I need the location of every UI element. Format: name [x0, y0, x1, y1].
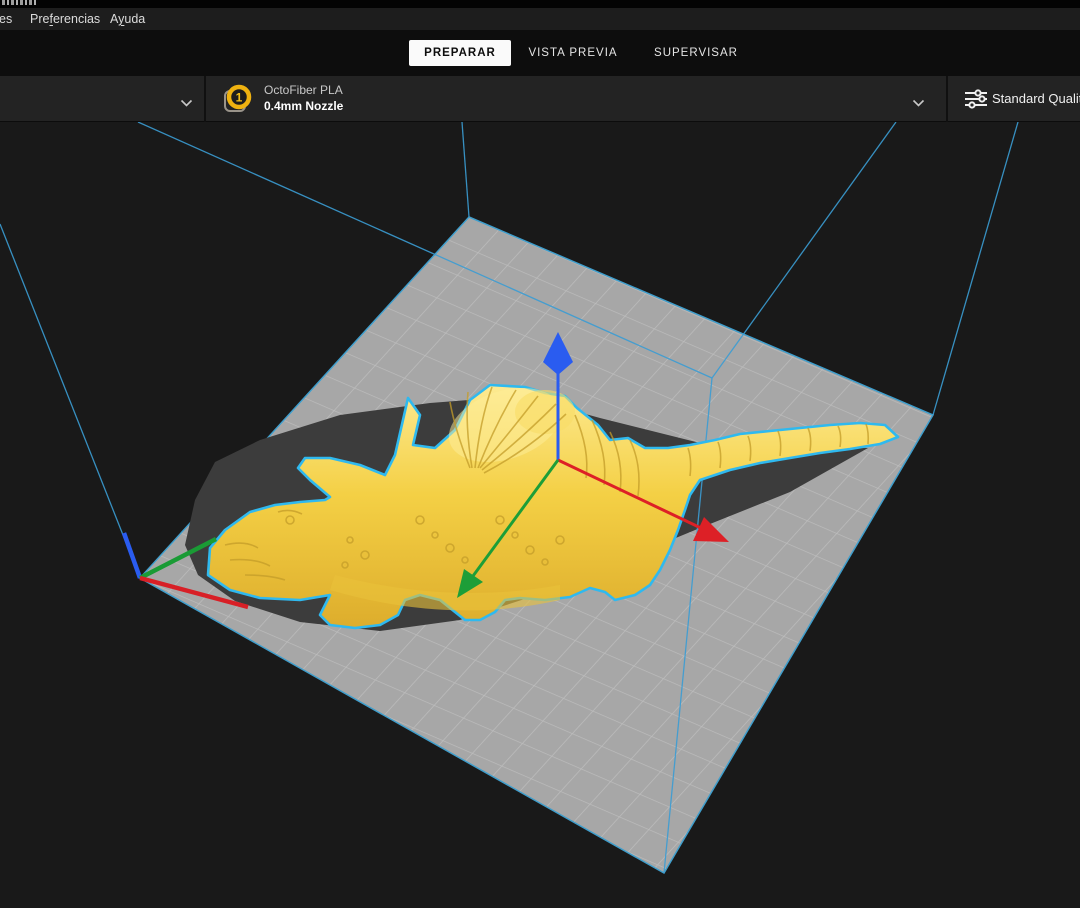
sliders-icon: [964, 89, 988, 114]
configuration-toolbar: 1 OctoFiber PLA 0.4mm Nozzle: [0, 76, 1080, 122]
print-settings-dropdown[interactable]: Standard Quality: [948, 76, 1080, 122]
menu-preferences[interactable]: Preferencias: [30, 8, 100, 30]
window-titlebar: [0, 0, 1080, 8]
menu-help[interactable]: Ayuda: [110, 8, 145, 30]
svg-text:1: 1: [236, 91, 243, 105]
scene-3d: [0, 122, 1080, 908]
chevron-down-icon: [180, 95, 193, 113]
nozzle-size: 0.4mm Nozzle: [264, 98, 343, 114]
extruder-1-icon: 1: [222, 83, 254, 115]
tab-monitor[interactable]: SUPERVISAR: [646, 40, 746, 66]
stage-tab-bar: PREPARAR VISTA PREVIA SUPERVISAR: [0, 30, 1080, 76]
tab-prepare[interactable]: PREPARAR: [409, 40, 511, 66]
menu-bar: es Preferencias Ayuda: [0, 8, 1080, 30]
material-name: OctoFiber PLA: [264, 82, 343, 98]
print-settings-label: Standard Quality: [992, 76, 1080, 122]
chevron-down-icon: [912, 95, 925, 113]
window-title-text-fragment: [2, 0, 38, 5]
printer-selector-dropdown[interactable]: [0, 76, 204, 122]
tab-preview[interactable]: VISTA PREVIA: [523, 40, 623, 66]
viewport-3d[interactable]: [0, 122, 1080, 908]
material-info: OctoFiber PLA 0.4mm Nozzle: [264, 82, 343, 114]
cura-window: es Preferencias Ayuda PREPARAR VISTA PRE…: [0, 0, 1080, 908]
material-selector-dropdown[interactable]: 1 OctoFiber PLA 0.4mm Nozzle: [206, 76, 946, 122]
menu-extensions-cropped[interactable]: es: [0, 8, 12, 30]
